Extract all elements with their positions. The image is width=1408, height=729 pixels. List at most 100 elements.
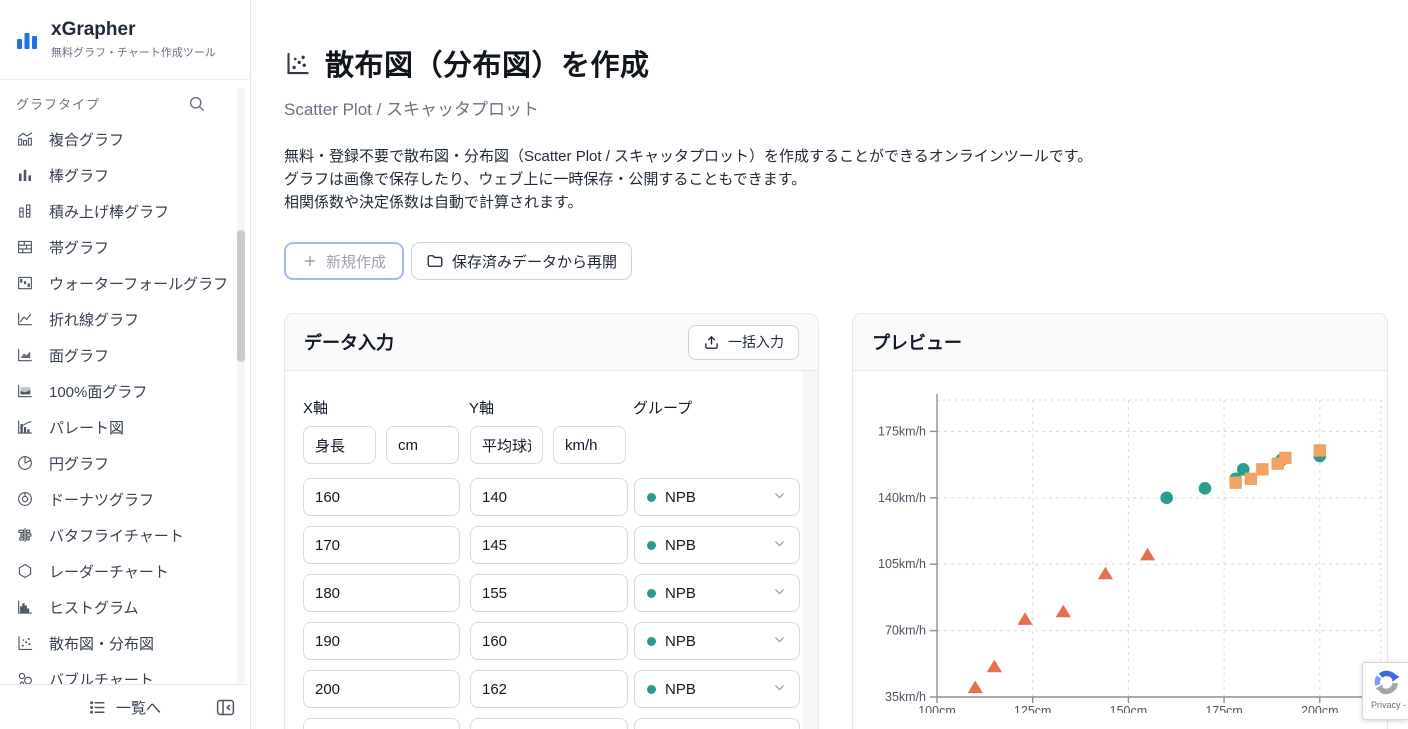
group-color-dot	[647, 589, 656, 598]
x-value-input[interactable]	[303, 574, 460, 612]
sidebar-item-label: 円グラフ	[49, 453, 109, 474]
scatter-chart-icon	[16, 634, 34, 652]
sidebar-item-12[interactable]: バタフライチャート	[16, 517, 250, 553]
group-select[interactable]: NPB	[634, 478, 800, 516]
sidebar-item-10[interactable]: 円グラフ	[16, 445, 250, 481]
upload-icon	[703, 334, 720, 351]
plus-icon	[302, 253, 318, 269]
x-value-input[interactable]	[303, 478, 460, 516]
scatter-chart: 35km/h70km/h105km/h140km/h175km/h100cm12…	[853, 373, 1388, 713]
group-color-dot	[647, 685, 656, 694]
sidebar-scrollbar-thumb[interactable]	[237, 230, 245, 362]
group-select-value: NPB	[665, 537, 696, 554]
sidebar-item-15[interactable]: 散布図・分布図	[16, 625, 250, 661]
sidebar-item-8[interactable]: 100%面グラフ	[16, 373, 250, 409]
x-axis-unit-input[interactable]	[386, 426, 459, 464]
sidebar-footer: 一覧へ	[0, 684, 249, 729]
app-logo-bar-chart-icon	[13, 26, 41, 54]
svg-text:200cm: 200cm	[1301, 704, 1339, 713]
preview-body: 35km/h70km/h105km/h140km/h175km/h100cm12…	[853, 371, 1387, 729]
sidebar-item-label: 散布図・分布図	[49, 633, 154, 654]
group-select[interactable]: NPB	[634, 622, 800, 660]
sidebar-item-11[interactable]: ドーナツグラフ	[16, 481, 250, 517]
chevron-down-icon	[772, 488, 787, 507]
svg-text:125cm: 125cm	[1014, 704, 1052, 713]
y-value-input[interactable]	[470, 670, 628, 708]
sidebar-item-label: 帯グラフ	[49, 237, 109, 258]
chevron-down-icon	[772, 632, 787, 651]
collapse-sidebar-icon[interactable]	[215, 697, 236, 718]
sidebar-item-label: 100%面グラフ	[49, 381, 147, 402]
sidebar-item-9[interactable]: パレート図	[16, 409, 250, 445]
bubble-chart-icon	[16, 670, 34, 684]
recaptcha-logo-icon	[1371, 667, 1402, 698]
sidebar-item-14[interactable]: ヒストグラム	[16, 589, 250, 625]
go-to-list-label: 一覧へ	[116, 697, 161, 718]
sidebar-item-16[interactable]: バブルチャート	[16, 661, 250, 684]
data-scrollbar-track[interactable]	[803, 371, 818, 729]
donut-chart-icon	[16, 490, 34, 508]
create-new-button[interactable]: 新規作成	[284, 242, 404, 280]
sidebar-item-label: 面グラフ	[49, 345, 109, 366]
data-row-partial	[303, 718, 818, 729]
sidebar-item-2[interactable]: 棒グラフ	[16, 157, 250, 193]
sidebar-item-7[interactable]: 面グラフ	[16, 337, 250, 373]
sidebar-item-label: ドーナツグラフ	[49, 489, 154, 510]
x-value-input[interactable]	[303, 526, 460, 564]
group-select[interactable]	[634, 718, 800, 729]
sidebar-header: xGrapher 無料グラフ・チャート作成ツール	[0, 0, 250, 80]
search-icon[interactable]	[187, 94, 206, 113]
radar-chart-icon	[16, 562, 34, 580]
sidebar-item-6[interactable]: 折れ線グラフ	[16, 301, 250, 337]
go-to-list-button[interactable]: 一覧へ	[88, 697, 161, 718]
x-axis-name-input[interactable]	[303, 426, 376, 464]
svg-text:175km/h: 175km/h	[878, 424, 926, 438]
bulk-input-button[interactable]: 一括入力	[688, 325, 799, 360]
resume-saved-data-button[interactable]: 保存済みデータから再開	[411, 242, 632, 280]
y-value-input[interactable]	[470, 718, 628, 729]
y-axis-name-input[interactable]	[470, 426, 543, 464]
y-value-input[interactable]	[470, 478, 628, 516]
sidebar-item-1[interactable]: 複合グラフ	[16, 121, 250, 157]
data-input-panel: データ入力 一括入力 X軸 Y軸 グループ	[284, 313, 819, 729]
group-select-value: NPB	[665, 633, 696, 650]
sidebar-item-13[interactable]: レーダーチャート	[16, 553, 250, 589]
data-row-3: NPB	[303, 574, 818, 612]
main-content: 散布図（分布図）を作成 Scatter Plot / スキャッタプロット 無料・…	[252, 0, 1408, 729]
y-axis-unit-input[interactable]	[553, 426, 626, 464]
x-value-input[interactable]	[303, 670, 460, 708]
sidebar-scrollbar-track[interactable]	[237, 88, 245, 683]
group-select[interactable]: NPB	[634, 670, 800, 708]
svg-text:175cm: 175cm	[1205, 704, 1243, 713]
group-color-dot	[647, 541, 656, 550]
waterfall-chart-icon	[16, 274, 34, 292]
data-row-4: NPB	[303, 622, 818, 660]
stacked-bar-chart-icon	[16, 202, 34, 220]
line-chart-icon	[16, 310, 34, 328]
x-value-input[interactable]	[303, 622, 460, 660]
group-column-label: グループ	[633, 397, 692, 418]
sidebar-item-5[interactable]: ウォーターフォールグラフ	[16, 265, 250, 301]
chart-type-section-label: グラフタイプ	[16, 94, 100, 113]
group-select[interactable]: NPB	[634, 574, 800, 612]
data-input-body: X軸 Y軸 グループ NPB	[285, 371, 818, 729]
sidebar-item-label: 積み上げ棒グラフ	[49, 201, 169, 222]
y-value-input[interactable]	[470, 622, 628, 660]
recaptcha-privacy-terms-link[interactable]: Privacy - Term	[1371, 700, 1408, 710]
sidebar-item-3[interactable]: 積み上げ棒グラフ	[16, 193, 250, 229]
area-chart-icon	[16, 346, 34, 364]
sidebar-item-4[interactable]: 帯グラフ	[16, 229, 250, 265]
scatter-plot-title-icon	[284, 50, 311, 77]
data-row-1: NPB	[303, 478, 818, 516]
recaptcha-badge[interactable]: Privacy - Term	[1362, 662, 1408, 720]
sidebar-item-label: 複合グラフ	[49, 129, 124, 150]
group-select[interactable]: NPB	[634, 526, 800, 564]
combo-chart-icon	[16, 130, 34, 148]
sidebar-item-label: 棒グラフ	[49, 165, 109, 186]
sidebar-item-label: レーダーチャート	[49, 561, 169, 582]
data-row-2: NPB	[303, 526, 818, 564]
x-value-input[interactable]	[303, 718, 460, 729]
y-value-input[interactable]	[470, 574, 628, 612]
area-100-chart-icon	[16, 382, 34, 400]
y-value-input[interactable]	[470, 526, 628, 564]
